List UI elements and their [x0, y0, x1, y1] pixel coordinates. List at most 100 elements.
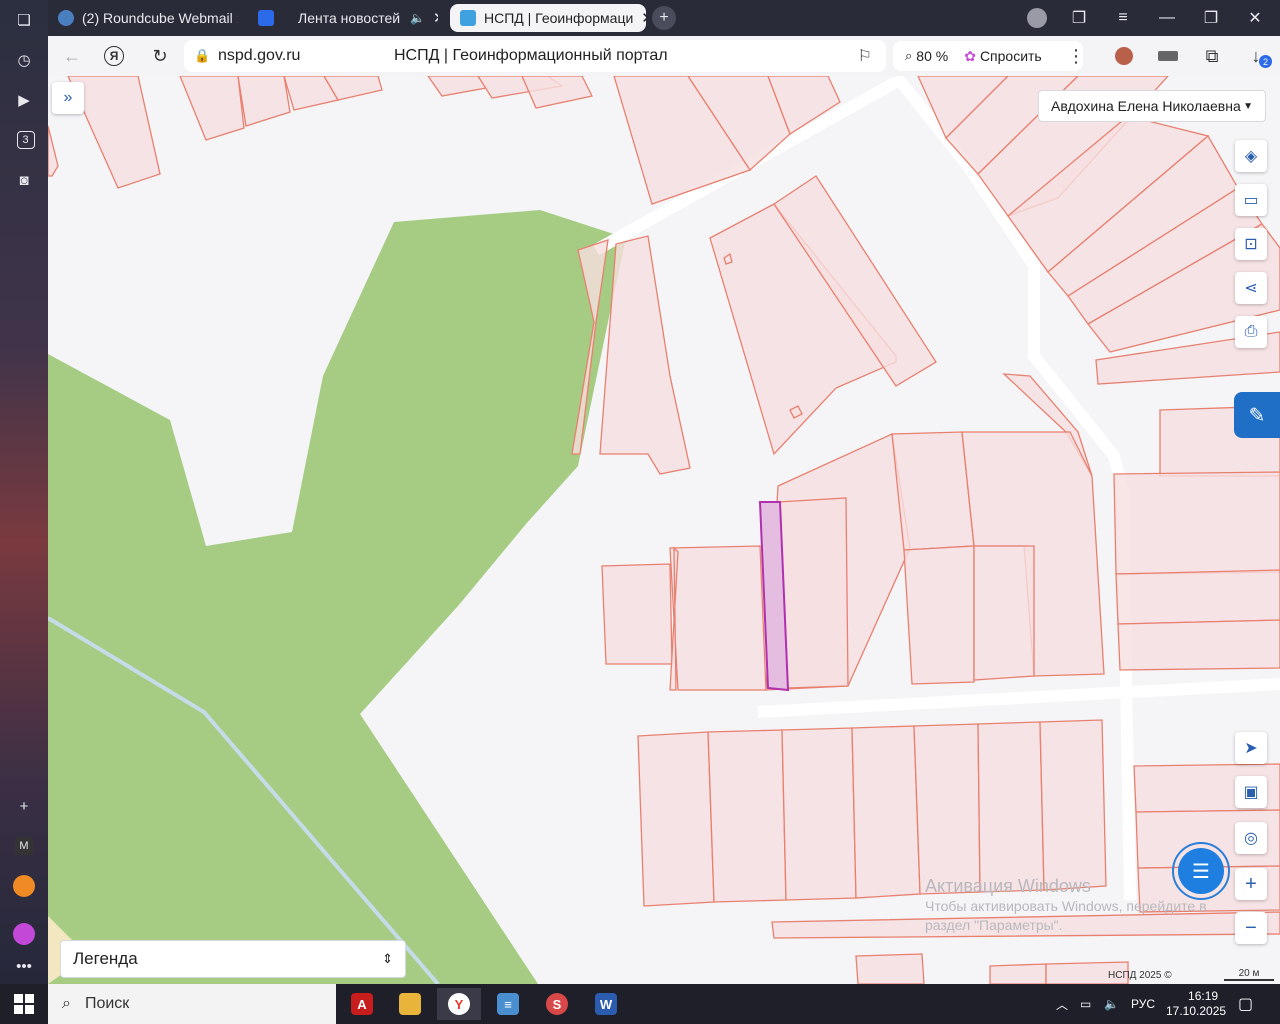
map-canvas[interactable]: » Авдохина Елена Николаевна ▼ ◈ ▭ ⊡ ⋖ ⎙ …	[48, 76, 1280, 984]
bookmarks-panel-icon[interactable]: ❐	[1066, 6, 1092, 30]
mail-ru-icon[interactable]	[12, 874, 36, 898]
yandex-icon[interactable]: Я	[104, 46, 124, 66]
acrobat-icon: A	[351, 993, 373, 1015]
expand-collapse-icon: ⇕	[382, 951, 393, 966]
alice-icon[interactable]	[12, 922, 36, 946]
geo-search-button[interactable]: ◎	[1235, 822, 1267, 854]
parcel	[179, 76, 245, 141]
yandex-browser-app[interactable]: Y	[437, 988, 481, 1020]
video-icon[interactable]: ▶	[12, 88, 36, 112]
site-info-icon[interactable]: 🔒	[194, 48, 210, 64]
collections-icon[interactable]: ❏	[12, 8, 36, 32]
parcel	[851, 725, 921, 899]
more-options-icon[interactable]: ⋮	[1064, 44, 1088, 68]
close-window-icon[interactable]: ✕	[1242, 6, 1268, 30]
screenshot-icon[interactable]: ◙	[12, 168, 36, 192]
geo-search-icon: ◎	[1244, 830, 1258, 847]
expand-panel-button[interactable]: »	[52, 82, 84, 114]
word-icon: W	[595, 993, 617, 1015]
language-indicator[interactable]: РУС	[1131, 984, 1155, 1024]
word-app[interactable]: W	[584, 988, 628, 1020]
minus-icon: −	[1245, 916, 1257, 939]
tab-strip: (2) Roundcube Webmail :: Лента новостей …	[48, 0, 1280, 36]
bookmark-icon[interactable]: ⚐	[858, 46, 872, 66]
notifications-icon[interactable]: ▢	[1238, 984, 1253, 1024]
sidebar-tabs-count[interactable]: 3	[12, 128, 36, 152]
scanner-icon: ≡	[497, 993, 519, 1015]
more-icon[interactable]: •••	[12, 954, 36, 978]
speaker-icon[interactable]: 🔈	[410, 11, 425, 25]
windows-taskbar: ⌕ Поиск A Y ≡ S W ︿ ▭ 🔈 РУС 16:19 17.10.…	[0, 984, 1280, 1024]
tray-chevron-icon[interactable]: ︿	[1056, 984, 1068, 1024]
extension-icon[interactable]	[1112, 44, 1136, 68]
minimap-button[interactable]: ▣	[1235, 776, 1267, 808]
taskbar-search[interactable]: ⌕ Поиск	[48, 984, 336, 1024]
parcel	[1117, 619, 1280, 671]
extensions-icon[interactable]: ⧉	[1200, 44, 1224, 68]
close-tab-icon[interactable]: ✕	[633, 9, 646, 27]
ask-button[interactable]: Спросить	[980, 48, 1042, 64]
locate-button[interactable]: ➤	[1235, 732, 1267, 764]
area-search-button[interactable]: ⊡	[1235, 228, 1267, 260]
parcel	[913, 723, 981, 895]
downloads-icon[interactable]: ↓ 2	[1244, 44, 1272, 68]
parcel	[891, 431, 975, 551]
zoom-out-button[interactable]: −	[1235, 912, 1267, 944]
add-panel-icon[interactable]: +	[12, 794, 36, 818]
zoom-in-button[interactable]: +	[1235, 868, 1267, 900]
parcel	[777, 497, 849, 689]
back-icon[interactable]: ←	[60, 44, 84, 68]
new-tab-button[interactable]: +	[652, 6, 676, 30]
reload-icon[interactable]: ↻	[148, 44, 172, 68]
layers-icon: ◈	[1244, 148, 1258, 165]
navigation-icon: ➤	[1244, 740, 1258, 757]
measure-button[interactable]: ▭	[1235, 184, 1267, 216]
history-icon[interactable]: ◷	[12, 48, 36, 72]
ruler-icon: ▭	[1243, 192, 1259, 209]
tab-roundcube[interactable]: (2) Roundcube Webmail ::	[58, 4, 238, 32]
browser-sidebar: ❏ ◷ ▶ 3 ◙ + M •••	[0, 0, 48, 984]
s-app[interactable]: S	[535, 988, 579, 1020]
minimap-icon: ▣	[1243, 784, 1259, 801]
road-line	[757, 678, 1280, 718]
chevron-down-icon: ▼	[1243, 100, 1253, 112]
network-icon[interactable]: ▭	[1080, 984, 1091, 1024]
windows-activation-watermark: Активация Windows Чтобы активировать Win…	[925, 876, 1207, 933]
print-icon: ⎙	[1244, 323, 1258, 340]
url-field[interactable]: 🔒 nspd.gov.ru НСПД | Геоинформационный п…	[184, 40, 886, 72]
tab-news[interactable]: Лента новостей 🔈 ✕	[258, 4, 438, 32]
feedback-icon: ✎	[1248, 404, 1266, 427]
user-account-dropdown[interactable]: Авдохина Елена Николаевна ▼	[1038, 90, 1266, 122]
parcel	[707, 729, 787, 903]
parcel	[237, 76, 291, 127]
share-button[interactable]: ⋖	[1235, 272, 1267, 304]
menu-icon[interactable]: ≡	[1110, 6, 1136, 30]
parcel	[989, 963, 1047, 984]
feedback-button[interactable]: ✎	[1234, 392, 1280, 438]
zoom-level[interactable]: 80 %	[916, 48, 948, 64]
acrobat-app[interactable]: A	[340, 988, 384, 1020]
parcel	[1039, 719, 1107, 891]
minimize-icon[interactable]: —	[1154, 6, 1180, 30]
parcel	[781, 727, 857, 901]
play-icon	[258, 10, 274, 26]
legend-dropdown[interactable]: Легенда ⇕	[60, 940, 406, 978]
address-bar-row: ← Я ↻ 🔒 nspd.gov.ru НСПД | Геоинформацио…	[48, 36, 1280, 76]
tab-nspd[interactable]: НСПД | Геоинформаци ✕	[450, 4, 646, 32]
restore-icon[interactable]: ❐	[1198, 6, 1224, 30]
profile-icon[interactable]	[1024, 6, 1050, 30]
scanner-app[interactable]: ≡	[486, 988, 530, 1020]
mail-app-icon[interactable]: M	[12, 834, 36, 858]
extension-icon[interactable]	[1156, 44, 1180, 68]
share-icon: ⋖	[1244, 280, 1258, 297]
scale-bar: 20 м	[1224, 968, 1274, 981]
volume-icon[interactable]: 🔈	[1104, 984, 1119, 1024]
layers-button[interactable]: ◈	[1235, 140, 1267, 172]
parcel	[1113, 471, 1280, 575]
plus-icon: +	[1245, 872, 1257, 895]
windows-start-icon[interactable]	[14, 994, 34, 1014]
explorer-app[interactable]	[388, 988, 432, 1020]
print-button[interactable]: ⎙	[1235, 316, 1267, 348]
close-tab-icon[interactable]: ✕	[425, 9, 438, 27]
clock[interactable]: 16:19 17.10.2025	[1166, 984, 1226, 1024]
